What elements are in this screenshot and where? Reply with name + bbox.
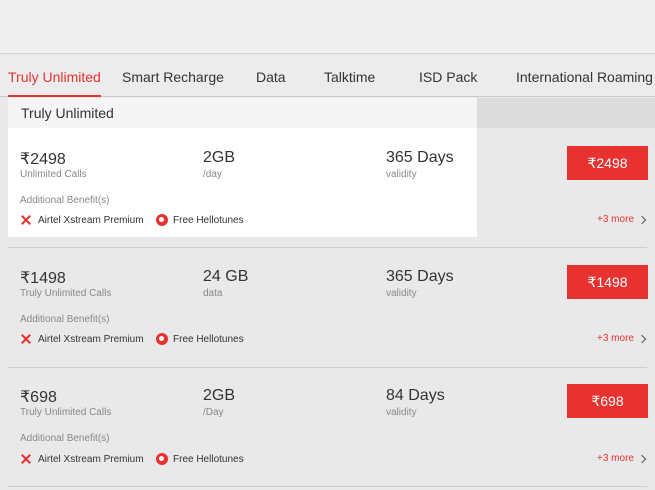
plan-card: ₹2498 Unlimited Calls 2GB /day 365 Days … [0,128,655,248]
plan-data: 2GB [203,387,236,404]
plan-calls: Unlimited Calls [20,169,87,180]
benefit-label: Airtel Xstream Premium [38,214,144,226]
benefit-label: Free Hellotunes [173,214,244,226]
more-benefits-label: +3 more [597,333,634,344]
chevron-right-icon [637,334,647,343]
tab-international-roaming[interactable]: International Roaming [516,55,653,97]
plan-price: ₹1498 [20,270,66,287]
plan-divider [8,486,647,487]
plan-card: ₹1498 Truly Unlimited Calls 24 GB data 3… [0,248,655,368]
buy-plan-button[interactable]: ₹698 [567,384,648,418]
plan-price: ₹2498 [20,151,66,168]
plan-data-unit: /Day [203,407,224,418]
section-title: Truly Unlimited [8,98,477,128]
benefit-label: Free Hellotunes [173,333,244,345]
tab-talktime[interactable]: Talktime [324,55,375,97]
additional-benefits-label: Additional Benefit(s) [20,314,110,325]
hellotunes-icon [156,214,168,226]
section-header-filler [477,98,655,128]
benefit-xstream: Airtel Xstream Premium [20,214,144,226]
more-benefits-link[interactable]: +3 more [597,453,647,464]
plan-data: 24 GB [203,268,249,285]
tab-data[interactable]: Data [256,55,286,97]
plan-calls: Truly Unlimited Calls [20,288,112,299]
hellotunes-icon [156,453,168,465]
plan-data: 2GB [203,149,236,166]
tab-isd-pack[interactable]: ISD Pack [419,55,477,97]
additional-benefits-label: Additional Benefit(s) [20,195,110,206]
chevron-right-icon [637,215,647,224]
top-header-band [0,0,655,54]
buy-plan-button[interactable]: ₹1498 [567,265,648,299]
xstream-icon [20,214,32,226]
tab-truly-unlimited[interactable]: Truly Unlimited [8,55,101,97]
benefit-xstream: Airtel Xstream Premium [20,333,144,345]
benefit-hellotunes: Free Hellotunes [156,214,244,226]
more-benefits-label: +3 more [597,214,634,225]
plan-data-unit: data [203,288,223,299]
plan-validity: 365 Days [386,268,454,285]
benefit-hellotunes: Free Hellotunes [156,333,244,345]
plan-category-tabs: Truly Unlimited Smart Recharge Data Talk… [0,55,655,97]
plan-validity-label: validity [386,169,417,180]
plan-validity: 84 Days [386,387,445,404]
more-benefits-link[interactable]: +3 more [597,333,647,344]
plan-data-unit: /day [203,169,222,180]
benefit-xstream: Airtel Xstream Premium [20,453,144,465]
more-benefits-link[interactable]: +3 more [597,214,647,225]
benefit-label: Free Hellotunes [173,453,244,465]
plan-validity-label: validity [386,407,417,418]
more-benefits-label: +3 more [597,453,634,464]
buy-plan-button[interactable]: ₹2498 [567,146,648,180]
plan-card: ₹698 Truly Unlimited Calls 2GB /Day 84 D… [0,367,655,487]
benefit-label: Airtel Xstream Premium [38,453,144,465]
plan-calls: Truly Unlimited Calls [20,407,112,418]
plan-validity-label: validity [386,288,417,299]
xstream-icon [20,333,32,345]
chevron-right-icon [637,454,647,463]
plan-price: ₹698 [20,389,57,406]
hellotunes-icon [156,333,168,345]
benefit-label: Airtel Xstream Premium [38,333,144,345]
additional-benefits-label: Additional Benefit(s) [20,433,110,444]
benefit-hellotunes: Free Hellotunes [156,453,244,465]
xstream-icon [20,453,32,465]
tab-smart-recharge[interactable]: Smart Recharge [122,55,224,97]
plan-validity: 365 Days [386,149,454,166]
